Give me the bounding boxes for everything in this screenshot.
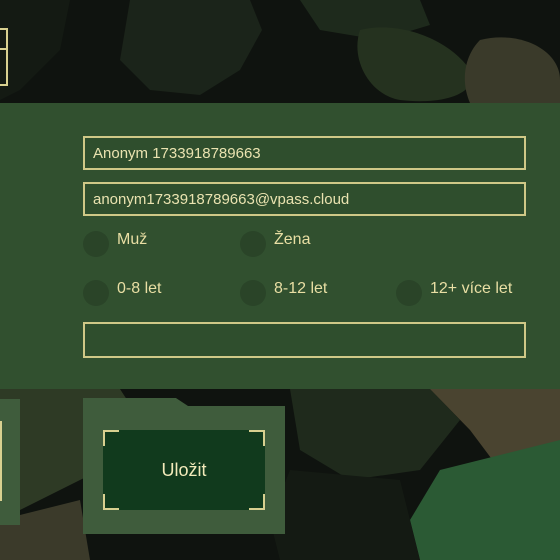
corner-bracket-icon xyxy=(249,494,265,510)
age-radio-8-12[interactable]: 8-12 let xyxy=(240,280,327,306)
gender-radio-female[interactable]: Žena xyxy=(240,231,310,257)
age-0-8-label: 0-8 let xyxy=(117,280,162,297)
save-button[interactable]: Uložit xyxy=(103,430,265,510)
age-radio-12-plus[interactable]: 12+ více let xyxy=(396,280,512,306)
corner-bracket-icon xyxy=(103,494,119,510)
radio-circle-icon xyxy=(240,280,266,306)
corner-bracket-icon xyxy=(249,430,265,446)
gender-female-label: Žena xyxy=(274,231,311,248)
radio-circle-icon xyxy=(83,231,109,257)
left-card-decoration xyxy=(0,399,20,525)
age-radio-0-8[interactable]: 0-8 let xyxy=(83,280,161,306)
age-12-plus-label: 12+ více let xyxy=(430,280,513,297)
save-button-label: Uložit xyxy=(161,459,207,480)
radio-circle-icon xyxy=(83,280,109,306)
gender-radio-male[interactable]: Muž xyxy=(83,231,147,257)
corner-bracket-icon xyxy=(103,430,119,446)
radio-circle-icon xyxy=(396,280,422,306)
name-field[interactable]: Anonym 1733918789663 xyxy=(83,136,526,170)
age-8-12-label: 8-12 let xyxy=(274,280,328,297)
radio-circle-icon xyxy=(240,231,266,257)
gender-male-label: Muž xyxy=(117,231,148,248)
corner-frame-decoration xyxy=(0,28,8,86)
cut-off-label xyxy=(0,286,4,300)
email-field-value: anonym1733918789663@vpass.cloud xyxy=(93,190,350,208)
email-field[interactable]: anonym1733918789663@vpass.cloud xyxy=(83,182,526,216)
name-field-value: Anonym 1733918789663 xyxy=(93,144,261,162)
profile-form-panel: Anonym 1733918789663 anonym1733918789663… xyxy=(0,103,560,389)
extra-input-field[interactable] xyxy=(83,322,526,358)
